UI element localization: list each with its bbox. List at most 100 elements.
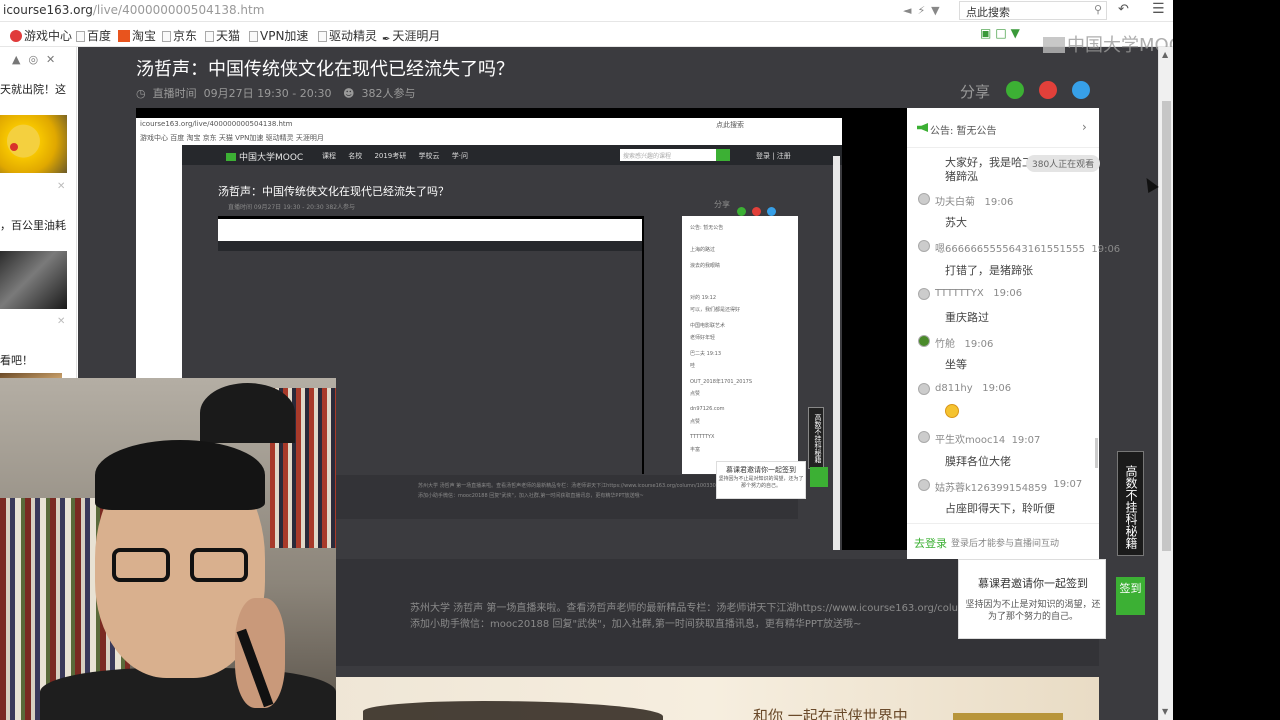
browser-search-input[interactable]: 点此搜索 ⚲ xyxy=(959,1,1107,20)
promo-banner[interactable]: 和你 一起在武侠世界中 xyxy=(323,677,1099,720)
chat-user-name: 嗯6666665555643161551555 xyxy=(935,244,1085,255)
chat-scrollbar[interactable] xyxy=(1095,438,1098,468)
ad-text[interactable]: 天就出院！这 xyxy=(0,81,66,97)
close-icon[interactable]: ✕ xyxy=(57,316,65,327)
bookmark-baidu[interactable]: 百度 xyxy=(76,27,111,44)
page-icon xyxy=(249,31,258,42)
taobao-icon xyxy=(118,30,130,42)
bookmark-driver[interactable]: 驱动精灵 xyxy=(318,27,377,44)
login-link[interactable]: 去登录 xyxy=(914,535,947,551)
chat-time: 19:07 xyxy=(1053,479,1083,490)
notice-text: 公告: 暂无公告 xyxy=(930,126,997,137)
inner-chat-line: 点赞 xyxy=(690,391,701,397)
chat-message-text: 占座即得天下，聆听便 xyxy=(945,502,1055,515)
chat-message-user: TTTTTTYX 19:06 xyxy=(935,288,1022,299)
chat-message-user: d811hy 19:06 xyxy=(935,383,1011,394)
ad-controls-icon[interactable]: ▲◎✕ xyxy=(12,53,63,66)
webcam-overlay xyxy=(0,378,336,720)
inner-nav-items: 课程 名校 2019考研 学校云 学·问 xyxy=(322,152,468,160)
inner-invite-desc: 坚持因为不止是对知识的渴望，还为了那个努力的自己。 xyxy=(718,476,804,489)
page-title: 汤哲声：中国传统侠文化在现代已经流失了吗？ xyxy=(136,59,514,80)
page-icon xyxy=(162,31,171,42)
live-time: ◷ 直播时间 09月27日 19:30 - 20:30 xyxy=(136,87,332,100)
description-line: 苏州大学 汤哲声 第一场直播来啦。查看汤哲声老师的最新精品专栏：汤老师讲天下江湖… xyxy=(410,603,975,614)
page-icon xyxy=(318,31,327,42)
wechat-share-icon[interactable] xyxy=(1006,81,1024,99)
menu-icon[interactable]: ☰ xyxy=(1152,1,1165,17)
url-field[interactable]: icourse163.org/live/400000000504138.htm xyxy=(3,3,264,17)
chat-message-text: 膜拜各位大佬 xyxy=(945,455,1011,468)
inner-scrollbar xyxy=(833,156,840,550)
time-value: 09月27日 19:30 - 20:30 xyxy=(203,87,332,100)
bookmark-jd[interactable]: 京东 xyxy=(162,27,197,44)
inner-side-badge: 高数不挂科秘籍 xyxy=(808,407,824,469)
sign-popup-desc: 坚持因为不止是对知识的渴望，还为了那个努力的自己。 xyxy=(965,600,1101,622)
avatar xyxy=(918,383,930,395)
participant-count: ☻ 382人参与 xyxy=(343,87,416,100)
page-icon xyxy=(76,31,85,42)
scroll-up-icon[interactable]: ▲ xyxy=(1162,50,1168,59)
extension-icons[interactable]: ▣□▼ xyxy=(980,26,1024,40)
inner-sign-button xyxy=(810,467,828,487)
chat-time: 19:06 xyxy=(964,339,994,350)
inner-invite: 慕课君邀请你一起签到 坚持因为不止是对知识的渴望，还为了那个努力的自己。 xyxy=(716,461,806,499)
page-icon xyxy=(205,31,214,42)
scroll-down-icon[interactable]: ▼ xyxy=(1162,707,1168,716)
video-letterbox xyxy=(842,118,907,550)
inner-chat-line: OUT_2018年1701_2017S xyxy=(690,379,752,385)
browser-search-placeholder: 点此搜索 xyxy=(966,6,1010,19)
inner-chat-line: 哇 xyxy=(690,363,696,369)
bookmark-tianya[interactable]: ✒ 天涯明月 xyxy=(382,27,440,45)
glasses xyxy=(112,548,170,582)
viewer-count-badge: 380人正在观看 xyxy=(1026,155,1101,172)
undo-icon[interactable]: ↶ xyxy=(1118,2,1129,17)
address-bar[interactable]: icourse163.org/live/400000000504138.htm … xyxy=(0,0,1173,22)
avatar xyxy=(918,288,930,300)
inner-navbar xyxy=(218,241,642,251)
search-icon[interactable]: ⚲ xyxy=(1094,3,1102,16)
chat-user-name: 姑苏蓉k1263991548597398 xyxy=(935,483,1047,494)
glasses xyxy=(190,548,248,582)
bookmark-game-center[interactable]: 游戏中心 xyxy=(10,27,72,44)
background-person xyxy=(200,383,295,443)
inner-chat: 公告: 暂无公告 上海的路过 浪去的我眼睛 对的 19:12 可以，我们都是还得… xyxy=(682,216,798,474)
bookmark-taobao[interactable]: 淘宝 xyxy=(118,27,156,44)
chevron-right-icon[interactable]: › xyxy=(1082,120,1087,134)
chat-message-user: 竹舱 19:06 xyxy=(935,335,993,350)
page-scrollbar[interactable]: ▲ ▼ xyxy=(1158,47,1173,720)
qq-share-icon[interactable] xyxy=(1072,81,1090,99)
avatar xyxy=(918,240,930,252)
chat-login-bar: 去登录 登录后才能参与直播间互动 xyxy=(907,523,1099,559)
inner-chat-line: 可以，我们都是还得好 xyxy=(690,307,741,313)
sign-popup-title: 慕课君邀请你一起签到 xyxy=(978,577,1088,590)
chat-time: 19:06 xyxy=(993,288,1023,299)
url-path: /live/400000000504138.htm xyxy=(92,3,265,17)
ad-text[interactable]: ，百公里油耗 xyxy=(0,217,66,233)
side-promo-badge[interactable]: 高数不挂科秘籍 xyxy=(1117,451,1144,556)
inner-chat-line: 对的 19:12 xyxy=(690,295,716,301)
inner-chat-line: 老师好年轻 xyxy=(690,335,716,341)
chat-time: 19:06 xyxy=(984,197,1014,208)
close-icon[interactable]: ✕ xyxy=(57,181,65,192)
inner-chat-line: 丰富 xyxy=(690,447,701,453)
notice-bar[interactable]: 公告: 暂无公告 › xyxy=(907,108,1099,148)
banner-button[interactable] xyxy=(953,713,1063,720)
inner-chat-line: 点赞 xyxy=(690,419,701,425)
bookmark-label: 百度 xyxy=(87,29,112,43)
inner-share: 分享 xyxy=(714,200,730,209)
ad-image[interactable] xyxy=(0,251,67,309)
inner-chat-line: 公告: 暂无公告 xyxy=(690,225,724,231)
ad-image[interactable] xyxy=(0,115,67,173)
address-actions-icon[interactable]: ◄⚡▼ xyxy=(903,4,946,17)
ad-text[interactable]: 看吧！ xyxy=(0,352,33,368)
sign-in-button[interactable]: 签到 xyxy=(1116,577,1145,615)
inner-meta: 直播时间 09月27日 19:30 - 20:30 382人参与 xyxy=(228,204,356,211)
inner-logo: 中国大学MOOC xyxy=(226,150,303,163)
inner-url: icourse163.org/live/400000000504138.htm xyxy=(140,120,293,128)
chat-message-text: 苏大 xyxy=(945,216,967,229)
bookmark-vpn[interactable]: VPN加速 xyxy=(249,27,308,44)
chat-user-name: 平生欢mooc14 xyxy=(935,435,1006,446)
weibo-share-icon[interactable] xyxy=(1039,81,1057,99)
bookmark-tmall[interactable]: 天猫 xyxy=(205,27,240,44)
scroll-thumb[interactable] xyxy=(1162,101,1171,551)
